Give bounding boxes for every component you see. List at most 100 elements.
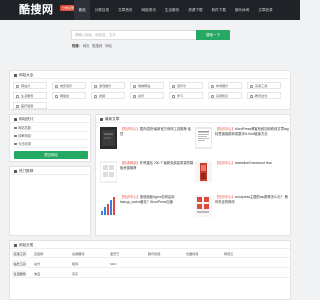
article-thumbnail[interactable] bbox=[195, 127, 212, 149]
category-icon bbox=[55, 84, 58, 88]
category-item[interactable]: 休闲娱乐 bbox=[208, 82, 242, 89]
nav-item-life[interactable]: 生活服务 bbox=[160, 0, 183, 20]
search-button[interactable]: 搜索一下 bbox=[196, 30, 230, 40]
category-item[interactable]: 医疗健康 bbox=[13, 102, 47, 109]
article-thumbnail[interactable] bbox=[195, 195, 212, 217]
category-icon bbox=[55, 94, 58, 98]
site-category[interactable]: 实用工具 bbox=[12, 250, 28, 258]
site-link[interactable]: 爱奇艺 bbox=[110, 250, 119, 258]
panel-header: 网站统计 bbox=[10, 115, 90, 123]
nav-item-entertainment[interactable]: 娱乐休闲 bbox=[230, 0, 253, 20]
article-item[interactable]: 【知识中心】国内/国外最新官方修改工具推荐 给您 bbox=[100, 127, 194, 153]
site-link[interactable]: SEO bbox=[110, 260, 117, 268]
category-icon bbox=[16, 94, 19, 98]
nav-item-home[interactable]: 首页 bbox=[74, 0, 91, 20]
article-item[interactable]: 【知识中心】wordpress主题的wp推荐怎么办？ 教你完全的修改 bbox=[195, 195, 289, 221]
nav-item-network[interactable]: 网络资讯 bbox=[137, 0, 160, 20]
nav-item-articles[interactable]: 文章资讯 bbox=[114, 0, 137, 20]
site-link[interactable]: 淘宝 bbox=[34, 270, 40, 278]
article-thumbnail[interactable] bbox=[195, 161, 212, 183]
search-hero: 请输入网址、网站名、文字 搜索一下 热搜: 网页 酷搜网 网站 bbox=[0, 20, 300, 56]
panel-header: 最新文章 bbox=[96, 115, 290, 123]
category-item[interactable]: 实用知识 bbox=[208, 92, 242, 99]
category-item[interactable]: 电影音乐 bbox=[52, 82, 86, 89]
article-title[interactable]: 【知识中心】basketball hardwood floor bbox=[215, 161, 289, 166]
category-item[interactable]: 视频 bbox=[91, 92, 125, 99]
category-icon bbox=[250, 94, 253, 98]
categories-panel: 网站大全 网站分 电影音乐 游戏娱乐 购物网站 音乐乐 休闲娱乐 实用工具 生活… bbox=[9, 70, 291, 110]
document-icon bbox=[100, 117, 103, 121]
article-item[interactable]: 【知识中心】宝塔面板Nginx如何启用fastcgi_cache缓存？WordP… bbox=[100, 195, 194, 221]
stat-icon bbox=[14, 126, 17, 130]
site-row: 生活服务 淘宝 京东 bbox=[12, 270, 290, 278]
category-icon bbox=[211, 84, 214, 88]
site-link[interactable]: 谷歌翻译 bbox=[72, 250, 84, 258]
article-item[interactable]: 【精选网站】外贸建站 200 个最新免费高质量的模板资源推荐 bbox=[100, 161, 194, 187]
panel-title: 热门推荐 bbox=[19, 169, 34, 173]
nav-item-submit[interactable]: 文章收录 bbox=[254, 0, 277, 20]
site-category[interactable]: 站长工具 bbox=[12, 260, 28, 268]
article-title[interactable]: 【精选网站】外贸建站 200 个最新免费高质量的模板资源推荐 bbox=[120, 161, 194, 171]
category-icon bbox=[250, 84, 253, 88]
article-thumbnail[interactable] bbox=[100, 161, 117, 183]
article-title[interactable]: 【知识中心】wordpress主题的wp推荐怎么办？ 教你完全的修改 bbox=[215, 195, 289, 205]
article-item[interactable]: 【知识中心】basketball hardwood floor bbox=[195, 161, 289, 187]
category-icon bbox=[172, 84, 175, 88]
panel-header: 网站大全 bbox=[10, 71, 290, 79]
site-category[interactable]: 生活服务 bbox=[12, 270, 28, 278]
article-title[interactable]: 【知识中心】WordPress博客系统如何修改文章tag标签链接跳转成数字id.… bbox=[215, 127, 289, 137]
stat-row: 今日收录: bbox=[14, 140, 88, 148]
site-link[interactable]: 极简 bbox=[72, 260, 78, 268]
category-item[interactable]: 网站分 bbox=[13, 82, 47, 89]
category-item[interactable]: 教育文化 bbox=[247, 92, 281, 99]
list-icon bbox=[14, 243, 17, 247]
category-item[interactable]: 游戏娱乐 bbox=[91, 82, 125, 89]
article-thumbnail[interactable] bbox=[100, 127, 117, 149]
site-logo[interactable]: 酷搜网 bbox=[19, 3, 54, 17]
category-icon bbox=[211, 94, 214, 98]
site-link[interactable]: 站长 bbox=[34, 260, 40, 268]
category-icon bbox=[16, 84, 19, 88]
site-link[interactable]: 腾讯视频 bbox=[148, 250, 160, 258]
category-item[interactable]: 资讯 bbox=[130, 92, 164, 99]
site-link[interactable]: 百度网 bbox=[34, 250, 43, 258]
site-link[interactable]: 京东 bbox=[72, 270, 78, 278]
stat-icon bbox=[14, 134, 17, 138]
stat-icon bbox=[14, 142, 17, 146]
panel-title: 网站分类 bbox=[19, 243, 34, 247]
hot-word[interactable]: 网页 bbox=[83, 43, 90, 48]
stat-row: 待审网站: bbox=[14, 132, 88, 140]
search-input[interactable]: 请输入网址、网站名、文字 bbox=[71, 30, 196, 40]
site-link[interactable]: 优酷视频 bbox=[186, 250, 198, 258]
top-nav-bar: 酷搜网 分类目录 首页 分类目录 文章资讯 网络资讯 生活服务 资源下载 软件下… bbox=[0, 0, 300, 20]
grid-icon bbox=[14, 73, 17, 77]
site-link[interactable]: 网易云 bbox=[224, 250, 233, 258]
sites-panel: 网站分类 实用工具 百度网 谷歌翻译 爱奇艺 腾讯视频 优酷视频 网易云 站长工… bbox=[9, 240, 291, 300]
hot-word[interactable]: 网站 bbox=[105, 43, 112, 48]
stats-panel: 网站统计 网站总数: 待审网站: 今日收录: 提交网站 bbox=[9, 114, 91, 162]
category-icon bbox=[133, 84, 136, 88]
article-thumbnail[interactable] bbox=[100, 195, 117, 217]
nav-item-software[interactable]: 软件下载 bbox=[207, 0, 230, 20]
category-item[interactable]: 学习 bbox=[169, 92, 203, 99]
site-row: 实用工具 百度网 谷歌翻译 爱奇艺 腾讯视频 优酷视频 网易云 bbox=[12, 250, 290, 258]
site-row: 站长工具 站长 极简 SEO bbox=[12, 260, 290, 268]
article-title[interactable]: 【知识中心】宝塔面板Nginx如何启用fastcgi_cache缓存？WordP… bbox=[120, 195, 194, 205]
submit-site-button[interactable]: 提交网站 bbox=[14, 151, 88, 159]
panel-title: 最新文章 bbox=[105, 117, 120, 121]
article-title[interactable]: 【知识中心】国内/国外最新官方修改工具推荐 给您 bbox=[120, 127, 194, 137]
nav-item-directory[interactable]: 分类目录 bbox=[90, 0, 113, 20]
panel-title: 网站统计 bbox=[19, 117, 34, 121]
category-item[interactable]: 实用工具 bbox=[247, 82, 281, 89]
category-item[interactable]: 生活服务 bbox=[13, 92, 47, 99]
stat-row: 网站总数: bbox=[14, 124, 88, 132]
category-item[interactable]: 购物网站 bbox=[130, 82, 164, 89]
chart-icon bbox=[14, 117, 17, 121]
category-item[interactable]: 网络文 bbox=[52, 92, 86, 99]
article-item[interactable]: 【知识中心】WordPress博客系统如何修改文章tag标签链接跳转成数字id.… bbox=[195, 127, 289, 153]
category-item[interactable]: 音乐乐 bbox=[169, 82, 203, 89]
hot-words-label: 热搜: bbox=[72, 44, 80, 48]
recommend-panel: 热门推荐 bbox=[9, 166, 91, 236]
nav-item-resources[interactable]: 资源下载 bbox=[184, 0, 207, 20]
hot-word[interactable]: 酷搜网 bbox=[92, 43, 102, 48]
